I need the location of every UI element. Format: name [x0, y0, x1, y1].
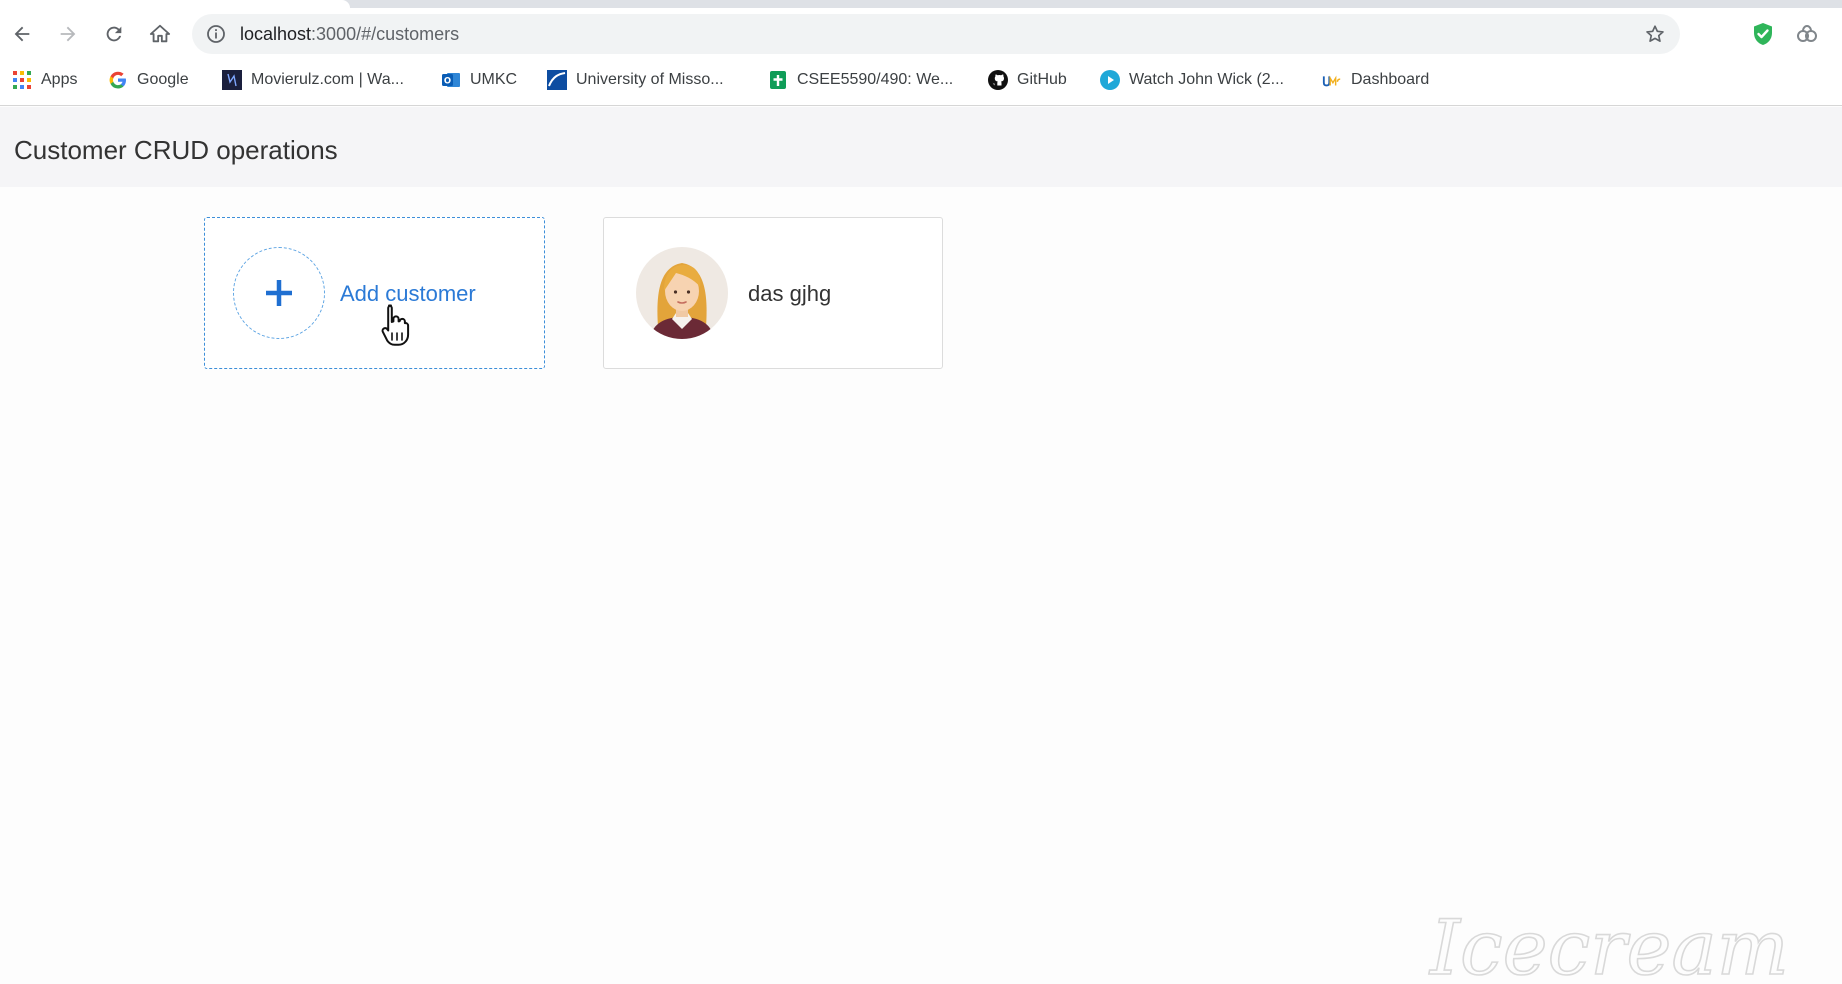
- url-host: localhost: [240, 24, 312, 44]
- back-icon: [14, 26, 30, 42]
- back-button[interactable]: [6, 18, 38, 50]
- bookmark-umkc[interactable]: O UMKC: [441, 68, 517, 92]
- bookmark-label: Movierulz.com | Wa...: [251, 71, 404, 88]
- tab-strip: [0, 0, 1842, 8]
- bookmark-john-wick[interactable]: Watch John Wick (2...: [1100, 68, 1284, 92]
- forward-icon: [60, 26, 76, 42]
- url-text[interactable]: localhost:3000/#/customers: [240, 24, 459, 45]
- bookmark-label: UMKC: [470, 71, 518, 88]
- outlook-icon: O: [441, 70, 461, 90]
- page-title: Customer CRUD operations: [14, 135, 338, 165]
- bookmark-github[interactable]: GitHub: [988, 68, 1067, 92]
- bookmark-label: CSEE5590/490: We...: [797, 71, 954, 88]
- info-icon[interactable]: [206, 24, 226, 44]
- umkc-icon: [1322, 70, 1342, 90]
- star-icon[interactable]: [1644, 23, 1666, 45]
- add-customer-circle[interactable]: [233, 247, 325, 339]
- app-header: Customer CRUD operations: [0, 107, 1842, 187]
- bookmark-dashboard[interactable]: Dashboard: [1322, 68, 1429, 92]
- svg-text:O: O: [444, 77, 451, 87]
- university-icon: [547, 70, 567, 90]
- customer-name[interactable]: das gjhg: [748, 281, 831, 307]
- bookmark-label: Apps: [41, 71, 78, 88]
- bookmark-label: Dashboard: [1351, 71, 1430, 88]
- home-button[interactable]: [144, 18, 176, 50]
- github-icon: [988, 70, 1008, 90]
- play-icon: [1100, 70, 1120, 90]
- bookmark-google[interactable]: Google: [108, 68, 189, 92]
- bookmark-apps[interactable]: Apps: [12, 68, 77, 92]
- hand-cursor-icon: [381, 304, 410, 346]
- google-icon: [108, 70, 128, 90]
- browser-chrome: localhost:3000/#/customers Apps Google M…: [0, 0, 1842, 106]
- shield-extension-icon[interactable]: [1750, 21, 1776, 47]
- forward-button[interactable]: [52, 18, 84, 50]
- movierulz-icon: [222, 70, 242, 90]
- bookmark-csee[interactable]: CSEE5590/490: We...: [768, 68, 953, 92]
- extension-icon[interactable]: [1794, 21, 1820, 47]
- bookmarks-bar: Apps Google Movierulz.com | Wa... O UMKC…: [0, 64, 1842, 96]
- sheets-icon: [768, 70, 788, 90]
- customer-card[interactable]: das gjhg: [603, 217, 943, 369]
- add-customer-card[interactable]: Add customer: [204, 217, 545, 369]
- watermark-text: Icecream: [1428, 903, 1789, 984]
- avatar: [636, 247, 728, 339]
- plus-icon: [266, 280, 292, 306]
- bookmark-label: GitHub: [1017, 71, 1067, 88]
- apps-grid-icon: [12, 70, 32, 90]
- address-bar[interactable]: localhost:3000/#/customers: [192, 14, 1680, 54]
- bookmark-university[interactable]: University of Misso...: [547, 68, 724, 92]
- url-path: :3000/#/customers: [311, 24, 460, 44]
- bookmark-label: University of Misso...: [576, 71, 724, 88]
- reload-button[interactable]: [98, 18, 130, 50]
- watermark: Icecream: [1427, 902, 1789, 984]
- home-icon: [149, 24, 171, 43]
- bookmark-label: Google: [137, 71, 189, 88]
- bookmark-movierulz[interactable]: Movierulz.com | Wa...: [222, 68, 404, 92]
- bookmark-label: Watch John Wick (2...: [1129, 71, 1284, 88]
- reload-icon: [106, 26, 122, 42]
